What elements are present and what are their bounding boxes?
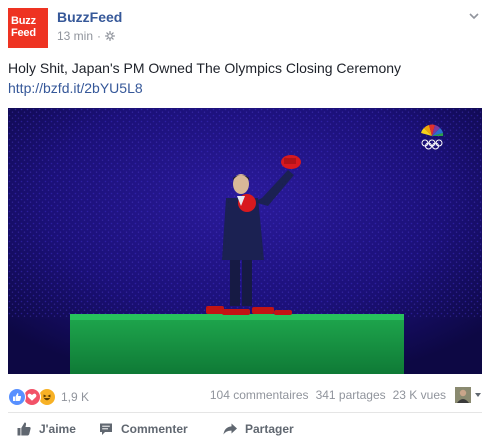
comment-label: Commenter xyxy=(121,422,188,436)
post-header: Buzz Feed BuzzFeed 13 min · xyxy=(8,8,482,48)
video-frame xyxy=(8,108,482,374)
post-stats: 1,9 K 104 commentaires 341 partages 23 K… xyxy=(8,385,482,407)
post-timestamp[interactable]: 13 min xyxy=(57,29,93,43)
post-actions: J'aime Commenter Partager xyxy=(8,418,482,442)
avatar-line-1: Buzz xyxy=(11,15,36,27)
chevron-down-icon[interactable] xyxy=(468,10,480,22)
thumbs-up-icon xyxy=(17,422,31,436)
caret-down-icon[interactable] xyxy=(474,391,482,399)
meta-separator: · xyxy=(97,29,102,43)
views-count: 23 K vues xyxy=(392,388,446,402)
page-name-link[interactable]: BuzzFeed xyxy=(57,9,122,25)
reaction-count: 1,9 K xyxy=(61,390,90,404)
shares-count-link[interactable]: 341 partages xyxy=(316,387,386,403)
reaction-summary[interactable]: 1,9 K xyxy=(8,388,89,406)
comment-button[interactable]: Commenter xyxy=(98,421,188,437)
avatar-line-2: Feed xyxy=(11,27,36,39)
feed-post: Buzz Feed BuzzFeed 13 min · Holy Shit, J… xyxy=(0,0,490,443)
post-video[interactable] xyxy=(8,108,482,374)
gear-icon[interactable] xyxy=(105,31,116,41)
like-reaction-icon xyxy=(8,388,26,406)
engagement-stats: 104 commentaires 341 partages 23 K vues xyxy=(203,387,482,403)
post-message: Holy Shit, Japan's PM Owned The Olympics… xyxy=(8,60,402,76)
like-label: J'aime xyxy=(39,422,76,436)
actions-divider xyxy=(8,412,482,413)
viewer-avatar[interactable] xyxy=(455,387,471,403)
post-meta: 13 min · xyxy=(57,29,116,43)
like-button[interactable]: J'aime xyxy=(16,421,76,437)
comment-bubble-icon xyxy=(100,423,112,435)
share-button[interactable]: Partager xyxy=(222,421,294,437)
post-url-link[interactable]: http://bzfd.it/2bYU5L8 xyxy=(8,79,143,98)
share-arrow-icon xyxy=(223,423,237,435)
comments-count-link[interactable]: 104 commentaires xyxy=(210,387,309,403)
share-label: Partager xyxy=(245,422,294,436)
page-avatar[interactable]: Buzz Feed xyxy=(8,8,48,48)
